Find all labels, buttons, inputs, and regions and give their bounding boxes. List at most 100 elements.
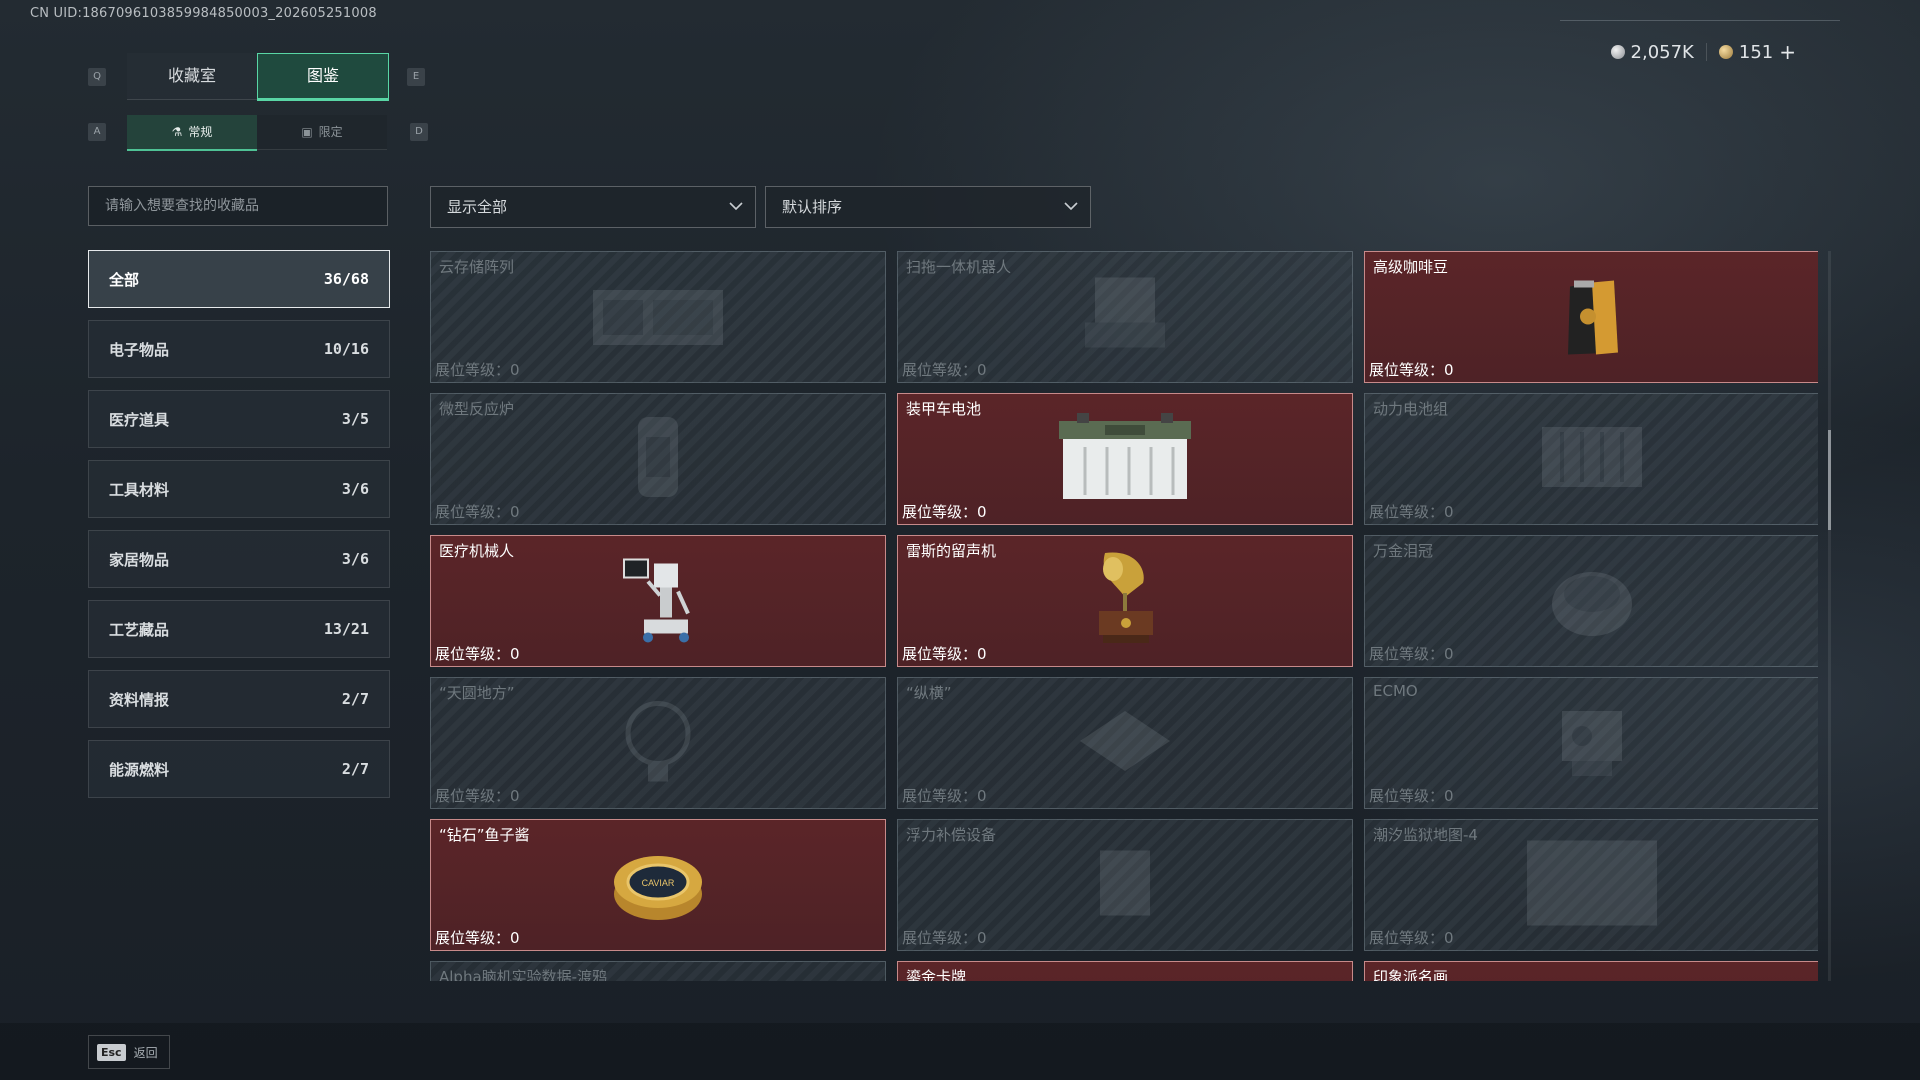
item-level: 展位等级：0 bbox=[1369, 787, 1454, 805]
robot-vacuum-icon bbox=[1070, 268, 1180, 367]
item-level: 展位等级：0 bbox=[435, 645, 520, 663]
collection-item-card[interactable]: CAVIAR “钻石”鱼子酱 展位等级：0 bbox=[430, 819, 886, 951]
globe-icon bbox=[613, 694, 703, 793]
medical-robot-icon bbox=[618, 552, 698, 651]
category-household[interactable]: 家居物品 3/6 bbox=[88, 530, 390, 588]
reactor-icon bbox=[618, 407, 698, 511]
category-count: 10/16 bbox=[323, 340, 369, 358]
gramophone-icon bbox=[1085, 549, 1165, 653]
gold-coin-icon bbox=[1718, 45, 1733, 59]
search-input[interactable]: 请输入想要查找的收藏品 bbox=[88, 186, 388, 226]
collection-item-card[interactable]: “天圆地方” 展位等级：0 bbox=[430, 677, 886, 809]
collection-item-card[interactable]: 微型反应炉 展位等级：0 bbox=[430, 393, 886, 525]
collection-item-card[interactable]: 浮力补偿设备展位等级：0 bbox=[897, 819, 1353, 951]
collection-item-card[interactable]: “纵横” 展位等级：0 bbox=[897, 677, 1353, 809]
item-level: 展位等级：0 bbox=[902, 929, 987, 947]
sort-dropdown-label: 默认排序 bbox=[782, 198, 843, 216]
category-name: 家居物品 bbox=[109, 550, 170, 569]
item-level: 展位等级：0 bbox=[435, 929, 520, 947]
item-name: 雷斯的留声机 bbox=[906, 542, 997, 560]
key-e-hint: E bbox=[407, 68, 425, 86]
add-currency-button[interactable]: + bbox=[1779, 40, 1796, 64]
category-medical[interactable]: 医疗道具 3/5 bbox=[88, 390, 390, 448]
back-button[interactable]: Esc 返回 bbox=[88, 1035, 170, 1069]
category-all[interactable]: 全部 36/68 bbox=[88, 250, 390, 308]
collection-item-card[interactable]: 高级咖啡豆 展位等级：0 bbox=[1364, 251, 1818, 383]
item-level: 展位等级：0 bbox=[902, 645, 987, 663]
category-name: 全部 bbox=[109, 270, 140, 289]
collection-item-card[interactable]: 云存储阵列 展位等级：0 bbox=[430, 251, 886, 383]
collection-item-card[interactable]: 印象派名画展位等级：0 bbox=[1364, 961, 1818, 981]
category-count: 36/68 bbox=[323, 270, 369, 288]
uid-label: CN UID:1867096103859984850003_2026052510… bbox=[30, 6, 377, 21]
flask-icon: ⚗ bbox=[171, 125, 183, 139]
item-name: 浮力补偿设备 bbox=[906, 826, 997, 844]
category-count: 3/6 bbox=[341, 480, 369, 498]
item-level: 展位等级：0 bbox=[902, 361, 987, 379]
category-intel[interactable]: 资料情报 2/7 bbox=[88, 670, 390, 728]
collection-item-card[interactable]: 鎏金卡牌展位等级：0 bbox=[897, 961, 1353, 981]
category-crafts[interactable]: 工艺藏品 13/21 bbox=[88, 600, 390, 658]
filter-dropdown-label: 显示全部 bbox=[447, 198, 508, 216]
category-energy[interactable]: 能源燃料 2/7 bbox=[88, 740, 390, 798]
collection-item-card[interactable]: ECMO 展位等级：0 bbox=[1364, 677, 1818, 809]
caviar-tin-icon: CAVIAR bbox=[608, 838, 708, 932]
coffee-bag-icon bbox=[1562, 273, 1622, 362]
silver-currency: 2,057K bbox=[1610, 41, 1694, 63]
collection-item-card[interactable]: 医疗机械人展位等级：0 bbox=[430, 535, 886, 667]
tab-collection-room[interactable]: 收藏室 bbox=[127, 53, 257, 100]
chessboard-icon bbox=[1070, 701, 1180, 785]
silver-coin-icon bbox=[1610, 45, 1625, 59]
item-name: 医疗机械人 bbox=[439, 542, 515, 560]
item-level: 展位等级：0 bbox=[435, 503, 520, 521]
item-name: 扫拖一体机器人 bbox=[906, 258, 1012, 276]
battery-pack-icon bbox=[1532, 412, 1652, 506]
item-name: 鎏金卡牌 bbox=[906, 968, 967, 981]
category-name: 工具材料 bbox=[109, 480, 170, 499]
scrollbar-thumb[interactable] bbox=[1828, 430, 1831, 530]
back-label: 返回 bbox=[133, 1045, 158, 1060]
currency-bar: 2,057K 151 + bbox=[1610, 40, 1796, 64]
subtab-limited[interactable]: ▣ 限定 bbox=[257, 115, 387, 150]
item-level: 展位等级：0 bbox=[902, 503, 987, 521]
collection-item-card[interactable]: 雷斯的留声机展位等级：0 bbox=[897, 535, 1353, 667]
silver-amount: 2,057K bbox=[1630, 41, 1694, 63]
key-q-hint: Q bbox=[88, 68, 106, 86]
item-name: ECMO bbox=[1373, 682, 1418, 700]
sort-dropdown[interactable]: 默认排序 bbox=[765, 186, 1091, 228]
category-name: 资料情报 bbox=[109, 690, 170, 709]
gold-currency: 151 + bbox=[1718, 40, 1796, 64]
category-electronics[interactable]: 电子物品 10/16 bbox=[88, 320, 390, 378]
tab-encyclopedia[interactable]: 图鉴 bbox=[257, 53, 389, 101]
collection-item-card[interactable]: 装甲车电池 展位等级：0 bbox=[897, 393, 1353, 525]
collection-item-card[interactable]: 动力电池组 展位等级：0 bbox=[1364, 393, 1818, 525]
category-count: 3/6 bbox=[341, 550, 369, 568]
chevron-down-icon bbox=[1064, 202, 1078, 211]
collection-item-card[interactable]: 扫拖一体机器人展位等级：0 bbox=[897, 251, 1353, 383]
scrollbar-track[interactable] bbox=[1828, 251, 1831, 981]
key-a-hint: A bbox=[88, 123, 106, 141]
top-divider bbox=[1560, 20, 1840, 21]
filter-dropdown[interactable]: 显示全部 bbox=[430, 186, 756, 228]
subtab-limited-label: 限定 bbox=[318, 125, 343, 139]
item-level: 展位等级：0 bbox=[1369, 929, 1454, 947]
item-name: 动力电池组 bbox=[1373, 400, 1449, 418]
collection-item-card[interactable]: 潮汐监狱地图-4 展位等级：0 bbox=[1364, 819, 1818, 951]
category-count: 2/7 bbox=[341, 760, 369, 778]
collection-item-card[interactable]: 万金泪冠展位等级：0 bbox=[1364, 535, 1818, 667]
caviar-label: CAVIAR bbox=[642, 878, 675, 888]
category-name: 工艺藏品 bbox=[109, 620, 170, 639]
subtab-regular[interactable]: ⚗ 常规 bbox=[127, 115, 257, 151]
item-name: 万金泪冠 bbox=[1373, 542, 1434, 560]
item-level: 展位等级：0 bbox=[1369, 645, 1454, 663]
footer-bar bbox=[0, 1023, 1920, 1080]
sub-tabs: ⚗ 常规 ▣ 限定 bbox=[127, 115, 387, 151]
category-tools[interactable]: 工具材料 3/6 bbox=[88, 460, 390, 518]
category-name: 能源燃料 bbox=[109, 760, 170, 779]
collection-item-card[interactable]: Alpha脑机实验数据-渡鸦展位等级：0 bbox=[430, 961, 886, 981]
collection-grid: 云存储阵列 展位等级：0 扫拖一体机器人 展位等级：0 高级咖啡豆 展位等级：0 微型反应炉… bbox=[430, 251, 1818, 981]
category-list: 全部 36/68 电子物品 10/16 医疗道具 3/5 工具材料 3/6 家居物品 3/… bbox=[88, 250, 390, 810]
subtab-regular-label: 常规 bbox=[188, 125, 213, 139]
category-count: 2/7 bbox=[341, 690, 369, 708]
battery-icon bbox=[1055, 407, 1195, 511]
